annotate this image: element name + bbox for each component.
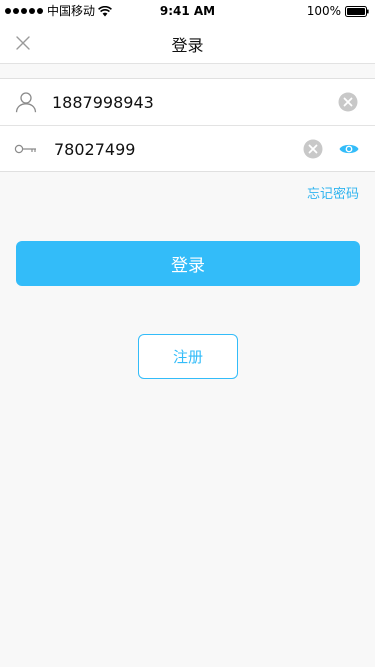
page-title: 登录: [171, 36, 204, 55]
status-bar: 中国移动 9:41 AM 100%: [0, 0, 375, 22]
phone-input[interactable]: [52, 87, 282, 117]
clear-password-button[interactable]: [303, 139, 323, 159]
forgot-password-link[interactable]: 忘记密码: [307, 183, 359, 202]
clear-phone-button[interactable]: [338, 92, 358, 112]
login-form: [0, 78, 375, 172]
battery-percentage: 100%: [306, 4, 341, 18]
password-input[interactable]: [54, 134, 284, 164]
phone-row: [0, 79, 375, 125]
user-icon: [14, 90, 38, 114]
status-right: 100%: [307, 4, 369, 18]
key-icon: [14, 137, 38, 161]
register-button[interactable]: 注册: [138, 334, 238, 379]
toggle-password-visibility-eye-icon[interactable]: [339, 140, 359, 158]
login-button[interactable]: 登录: [16, 241, 360, 286]
close-icon: [16, 36, 30, 50]
battery-icon: [345, 5, 369, 17]
close-button[interactable]: [11, 31, 35, 55]
password-row: [0, 125, 375, 171]
navigation-bar: 登录: [0, 22, 375, 64]
